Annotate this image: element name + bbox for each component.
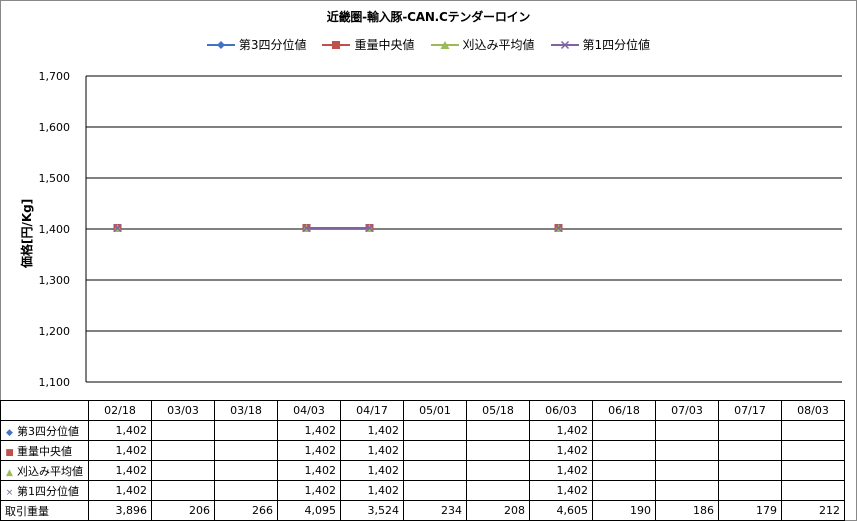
data-table: 02/18 03/03 03/18 04/03 04/17 05/01 05/18 06/03… bbox=[0, 400, 845, 521]
table-cell bbox=[151, 440, 215, 461]
table-row-label: ■ 重量中央値 bbox=[0, 440, 89, 461]
table-cell: 1,402 bbox=[88, 480, 152, 501]
table-cell: 1,402 bbox=[88, 420, 152, 441]
table-row: × 第1四分位値 1,402 1,402 1,402 1,402 bbox=[0, 480, 845, 501]
table-cell bbox=[718, 460, 782, 481]
x-tick-label: 07/17 bbox=[718, 400, 782, 421]
table-cell: 3,524 bbox=[340, 500, 404, 521]
table-row: 取引重量 3,896 206 266 4,095 3,524 234 208 4,605 190 1… bbox=[0, 500, 845, 521]
table-cell bbox=[403, 420, 467, 441]
table-cell: 3,896 bbox=[88, 500, 152, 521]
x-tick-label: 06/03 bbox=[529, 400, 593, 421]
x-tick-label: 03/03 bbox=[151, 400, 215, 421]
table-header-row: 02/18 03/03 03/18 04/03 04/17 05/01 05/18 06/03… bbox=[0, 400, 845, 421]
table-cell bbox=[214, 420, 278, 441]
table-cell bbox=[214, 440, 278, 461]
table-cell: 1,402 bbox=[529, 460, 593, 481]
table-row-label: 取引重量 bbox=[0, 500, 89, 521]
table-cell bbox=[214, 480, 278, 501]
y-tick-label: 1,300 bbox=[39, 274, 71, 287]
table-row: ◆ 第3四分位値 1,402 1,402 1,402 1,402 bbox=[0, 420, 845, 441]
table-cell: 1,402 bbox=[340, 480, 404, 501]
row-marker-icon: × bbox=[5, 487, 14, 498]
table-cell bbox=[466, 480, 530, 501]
x-tick-label: 05/18 bbox=[466, 400, 530, 421]
table-cell: 1,402 bbox=[340, 440, 404, 461]
table-cell bbox=[403, 440, 467, 461]
table-cell: 4,605 bbox=[529, 500, 593, 521]
table-cell bbox=[151, 460, 215, 481]
table-cell: 1,402 bbox=[529, 420, 593, 441]
table-cell bbox=[592, 420, 656, 441]
table-cell bbox=[655, 420, 719, 441]
x-tick-label: 04/03 bbox=[277, 400, 341, 421]
table-cell: 1,402 bbox=[277, 480, 341, 501]
table-cell: 1,402 bbox=[340, 420, 404, 441]
table-cell bbox=[466, 460, 530, 481]
table-cell: 266 bbox=[214, 500, 278, 521]
table-row: ▲ 刈込み平均値 1,402 1,402 1,402 1,402 bbox=[0, 460, 845, 481]
x-tick-label: 04/17 bbox=[340, 400, 404, 421]
table-cell: 208 bbox=[466, 500, 530, 521]
y-tick-label: 1,700 bbox=[39, 70, 71, 83]
table-cell bbox=[655, 460, 719, 481]
table-cell: 186 bbox=[655, 500, 719, 521]
table-cell: 1,402 bbox=[529, 480, 593, 501]
table-cell bbox=[403, 460, 467, 481]
table-cell bbox=[592, 460, 656, 481]
table-cell bbox=[466, 420, 530, 441]
x-tick-label: 07/03 bbox=[655, 400, 719, 421]
table-cell: 1,402 bbox=[277, 440, 341, 461]
x-tick-label: 08/03 bbox=[781, 400, 845, 421]
table-cell bbox=[718, 440, 782, 461]
table-cell: 1,402 bbox=[88, 440, 152, 461]
row-marker-icon: ◆ bbox=[6, 427, 13, 438]
table-cell bbox=[151, 420, 215, 441]
table-row-label: ◆ 第3四分位値 bbox=[0, 420, 89, 441]
x-tick-label: 06/18 bbox=[592, 400, 656, 421]
table-cell: 1,402 bbox=[529, 440, 593, 461]
y-tick-label: 1,500 bbox=[39, 172, 71, 185]
table-cell: 179 bbox=[718, 500, 782, 521]
table-cell bbox=[655, 480, 719, 501]
table-cell: 1,402 bbox=[277, 420, 341, 441]
table-cell: 1,402 bbox=[277, 460, 341, 481]
y-tick-label: 1,600 bbox=[39, 121, 71, 134]
table-row: ■ 重量中央値 1,402 1,402 1,402 1,402 bbox=[0, 440, 845, 461]
table-row-label: × 第1四分位値 bbox=[0, 480, 89, 501]
table-cell bbox=[403, 480, 467, 501]
table-cell: 1,402 bbox=[88, 460, 152, 481]
chart-plot: 1,100 1,200 1,300 1,400 1,500 1,600 1,700 bbox=[39, 70, 842, 389]
table-cell: 1,402 bbox=[340, 460, 404, 481]
table-cell bbox=[655, 440, 719, 461]
table-cell bbox=[718, 420, 782, 441]
table-cell bbox=[781, 440, 845, 461]
y-tick-label: 1,100 bbox=[39, 376, 71, 389]
y-tick-label: 1,400 bbox=[39, 223, 71, 236]
table-cell bbox=[592, 440, 656, 461]
table-cell: 212 bbox=[781, 500, 845, 521]
table-cell bbox=[781, 480, 845, 501]
y-tick-label: 1,200 bbox=[39, 325, 71, 338]
table-corner-cell bbox=[0, 400, 89, 421]
x-tick-label: 05/01 bbox=[403, 400, 467, 421]
row-marker-icon: ▲ bbox=[6, 467, 13, 478]
table-cell bbox=[718, 480, 782, 501]
table-cell bbox=[466, 440, 530, 461]
series-group bbox=[113, 223, 563, 233]
table-cell: 4,095 bbox=[277, 500, 341, 521]
table-cell bbox=[214, 460, 278, 481]
table-cell: 190 bbox=[592, 500, 656, 521]
table-cell bbox=[781, 460, 845, 481]
table-cell bbox=[592, 480, 656, 501]
row-marker-icon: ■ bbox=[5, 447, 14, 458]
x-tick-label: 03/18 bbox=[214, 400, 278, 421]
table-row-label: ▲ 刈込み平均値 bbox=[0, 460, 89, 481]
table-cell: 234 bbox=[403, 500, 467, 521]
x-tick-label: 02/18 bbox=[88, 400, 152, 421]
table-cell: 206 bbox=[151, 500, 215, 521]
table-cell bbox=[151, 480, 215, 501]
table-cell bbox=[781, 420, 845, 441]
